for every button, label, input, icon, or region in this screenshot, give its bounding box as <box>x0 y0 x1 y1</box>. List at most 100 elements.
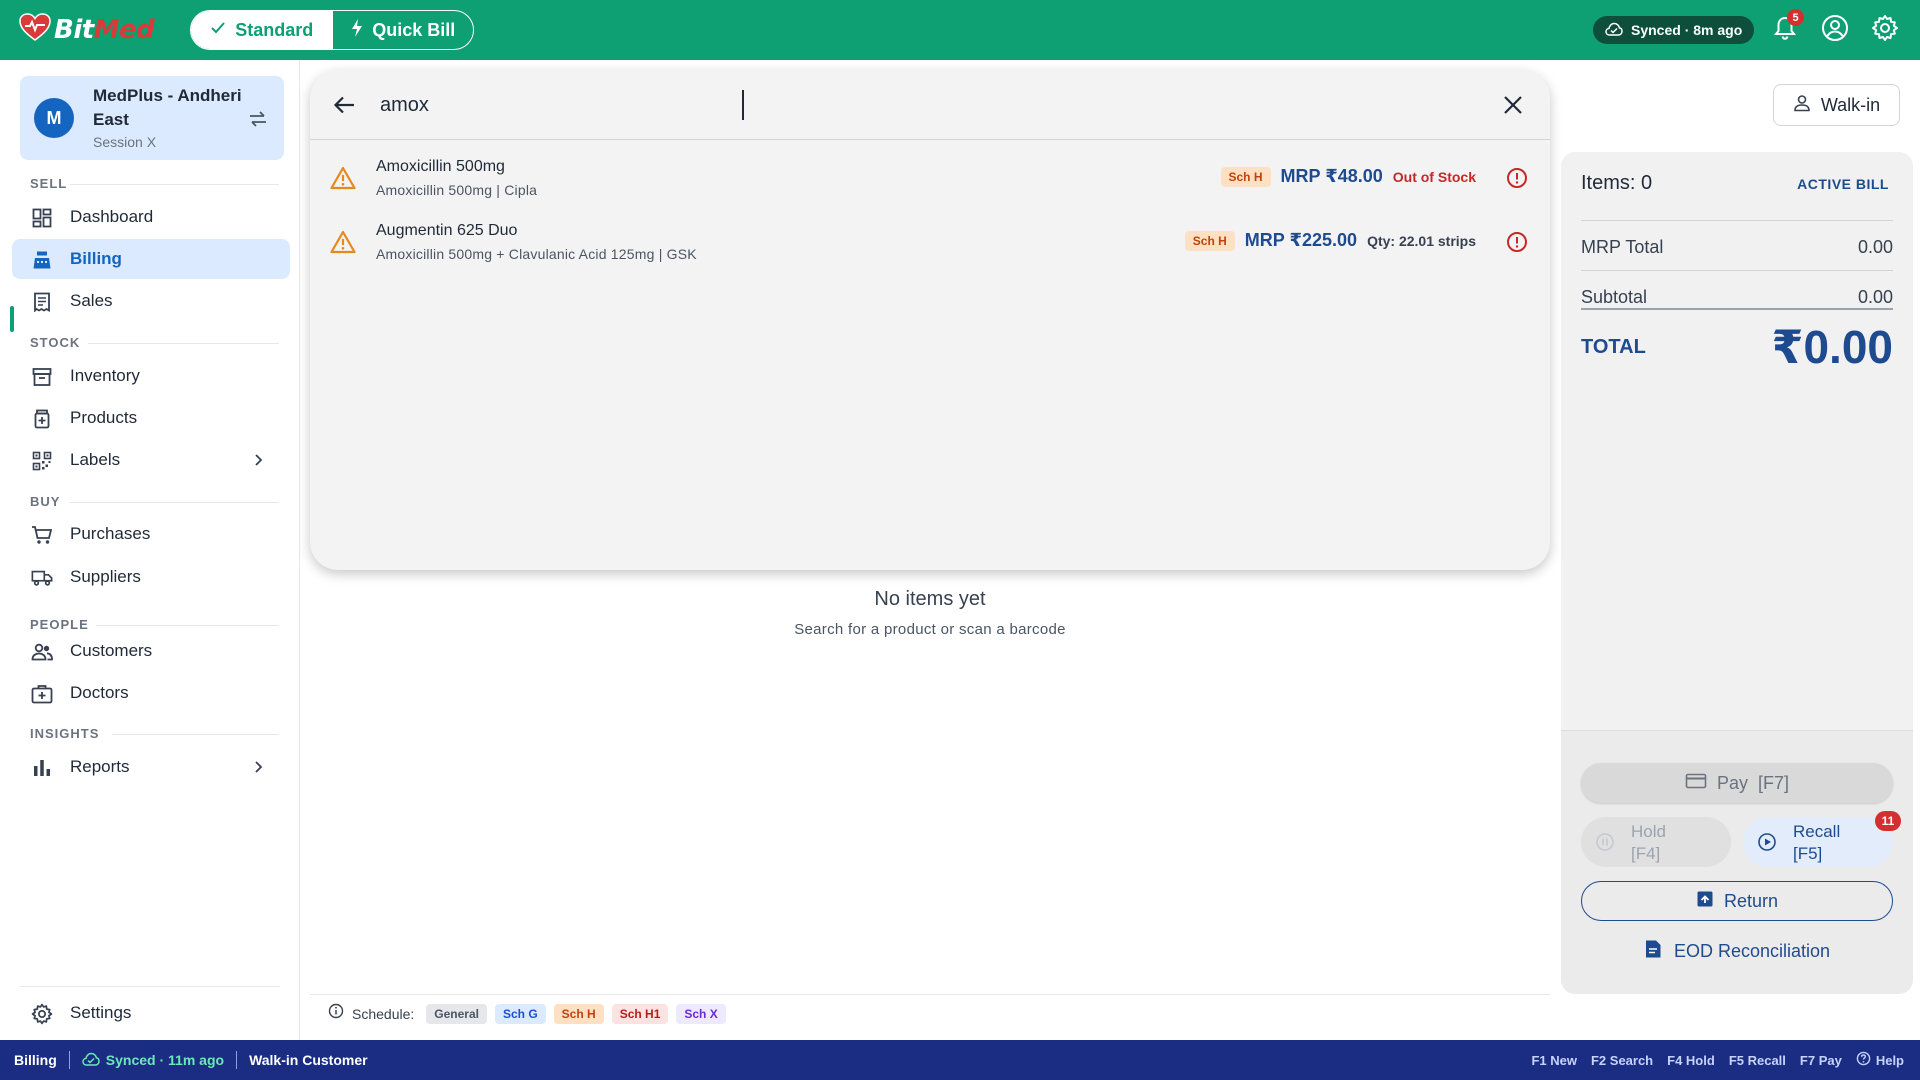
app-logo[interactable]: BitMed <box>18 12 155 47</box>
sidebar-item-suppliers[interactable]: Suppliers <box>12 557 290 597</box>
close-icon[interactable] <box>1500 92 1526 118</box>
section-label-buy: BUY <box>30 494 61 509</box>
sidebar-item-reports[interactable]: Reports <box>12 747 290 787</box>
schedule-badge: Sch H <box>1220 166 1271 187</box>
shopping-cart-icon <box>31 524 53 546</box>
status-bar: Billing Synced · 11m ago Walk-in Custome… <box>0 1040 1920 1080</box>
walk-in-customer-button[interactable]: Walk-in <box>1773 84 1900 126</box>
sidebar-item-settings[interactable]: Settings <box>12 993 290 1033</box>
section-divider <box>70 184 279 185</box>
bill-status-label: ACTIVE BILL <box>1797 176 1889 192</box>
sync-status-pill[interactable]: Synced · 8m ago <box>1593 16 1755 44</box>
account-button[interactable] <box>1820 14 1850 47</box>
return-button[interactable]: Return <box>1581 881 1893 921</box>
return-label: Return <box>1723 890 1779 911</box>
recall-label: Recall <box>1793 822 1841 841</box>
eod-reconciliation-button[interactable]: EOD Reconciliation <box>1581 931 1893 971</box>
arrow-back-icon[interactable] <box>332 92 358 118</box>
help-button[interactable]: Help <box>1856 1051 1904 1069</box>
sidebar-item-purchases[interactable]: Purchases <box>12 514 290 554</box>
sidebar-item-label: Inventory <box>70 366 140 385</box>
shortcut-f1-new[interactable]: F1 New <box>1531 1053 1577 1068</box>
return-box-icon <box>1696 890 1714 913</box>
sidebar-item-labels[interactable]: Labels <box>12 440 290 480</box>
search-result-row[interactable]: Amoxicillin 500mg Amoxicillin 500mg | Ci… <box>310 146 1550 210</box>
product-search-input[interactable] <box>380 88 1460 122</box>
play-circle-icon <box>1757 832 1777 852</box>
people-icon <box>31 641 53 663</box>
billing-mode-toggle: Standard Quick Bill <box>190 10 474 50</box>
cash-register-icon <box>31 249 53 271</box>
store-selector-card[interactable]: M MedPlus - Andheri East Session X <box>20 76 284 160</box>
recall-shortcut: [F5] <box>1793 844 1823 863</box>
sidebar-item-label: Dashboard <box>70 207 154 226</box>
gear-icon <box>31 1003 53 1025</box>
pay-button[interactable]: Pay [F7] <box>1581 763 1893 803</box>
sidebar-footer-divider <box>20 986 280 987</box>
sidebar-item-label: Reports <box>70 757 130 776</box>
held-bills-count-badge: 11 <box>1875 811 1901 831</box>
quick-bill-mode-label: Quick Bill <box>372 19 456 40</box>
sidebar-item-sales[interactable]: Sales <box>12 281 290 321</box>
sync-status-text: Synced · 8m ago <box>1631 22 1743 38</box>
warning-triangle-icon <box>330 230 356 254</box>
section-label-sell: SELL <box>30 176 68 191</box>
shortcut-f7-pay[interactable]: F7 Pay <box>1800 1053 1842 1068</box>
shortcut-f4-hold[interactable]: F4 Hold <box>1667 1053 1715 1068</box>
shortcut-f2-search[interactable]: F2 Search <box>1591 1053 1653 1068</box>
sidebar-item-label: Sales <box>70 291 113 310</box>
result-meta: Sch H MRP ₹48.00 Out of Stock <box>1220 166 1476 187</box>
search-result-row[interactable]: Augmentin 625 Duo Amoxicillin 500mg + Cl… <box>310 210 1550 274</box>
total-value: ₹0.00 <box>1771 321 1893 373</box>
result-mrp: MRP ₹225.00 <box>1244 230 1358 250</box>
stock-status: Out of Stock <box>1392 168 1476 185</box>
user-circle-icon <box>1821 14 1849 47</box>
result-product-details: Amoxicillin 500mg | Cipla <box>376 182 538 198</box>
app-logo-text: BitMed <box>54 15 155 45</box>
sidebar-item-inventory[interactable]: Inventory <box>12 356 290 396</box>
status-sync: Synced · 11m ago <box>82 1052 224 1069</box>
pause-circle-icon <box>1595 832 1615 852</box>
medical-bag-icon <box>31 683 53 705</box>
bill-actions: Pay [F7] Hold [F4] Recall [F5] 11 Return… <box>1561 730 1913 994</box>
quick-bill-mode-button[interactable]: Quick Bill <box>331 11 474 49</box>
bill-divider <box>1581 220 1893 221</box>
sidebar-item-dashboard[interactable]: Dashboard <box>12 197 290 237</box>
mrp-total-row: MRP Total 0.00 <box>1581 224 1893 270</box>
help-circle-icon <box>1856 1051 1871 1069</box>
chevron-right-icon <box>248 757 268 777</box>
keyboard-shortcuts: F1 New F2 Search F4 Hold F5 Recall F7 Pa… <box>1531 1040 1904 1080</box>
section-label-stock: STOCK <box>30 335 81 350</box>
notifications-button[interactable]: 5 <box>1770 9 1804 45</box>
section-divider <box>70 502 279 503</box>
receipt-icon <box>31 291 53 313</box>
alert-circle-icon[interactable] <box>1506 167 1528 189</box>
hold-button[interactable]: Hold [F4] <box>1581 817 1731 867</box>
schedule-badge: Sch H <box>1184 230 1235 251</box>
sidebar-item-label: Labels <box>70 450 121 469</box>
bill-item-count: Items: 0 <box>1581 172 1653 194</box>
hold-shortcut: [F4] <box>1631 844 1661 863</box>
cloud-check-icon <box>82 1052 100 1069</box>
mrp-total-value: 0.00 <box>1857 237 1893 257</box>
sidebar-item-products[interactable]: Products <box>12 398 290 438</box>
standard-mode-button[interactable]: Standard <box>191 11 332 49</box>
sidebar-item-doctors[interactable]: Doctors <box>12 673 290 713</box>
sidebar-item-customers[interactable]: Customers <box>12 631 290 671</box>
alert-circle-icon[interactable] <box>1506 231 1528 253</box>
cloud-check-icon <box>1605 22 1623 39</box>
recall-button-text: Recall [F5] <box>1793 821 1840 865</box>
recall-button[interactable]: Recall [F5] 11 <box>1743 811 1901 867</box>
section-label-people: PEOPLE <box>30 617 89 632</box>
mrp-total-label: MRP Total <box>1581 237 1664 257</box>
total-label: TOTAL <box>1581 336 1646 358</box>
search-bar <box>310 70 1550 140</box>
sidebar-item-billing[interactable]: Billing <box>12 239 290 279</box>
shortcut-f5-recall[interactable]: F5 Recall <box>1729 1053 1786 1068</box>
schedule-chip-general: General <box>426 1003 487 1024</box>
schedule-legend-label: Schedule: <box>352 1005 415 1022</box>
swap-store-icon[interactable] <box>248 110 268 133</box>
result-meta: Sch H MRP ₹225.00 Qty: 22.01 strips <box>1184 230 1476 251</box>
document-icon <box>1644 939 1662 964</box>
settings-gear-button[interactable] <box>1870 14 1900 45</box>
